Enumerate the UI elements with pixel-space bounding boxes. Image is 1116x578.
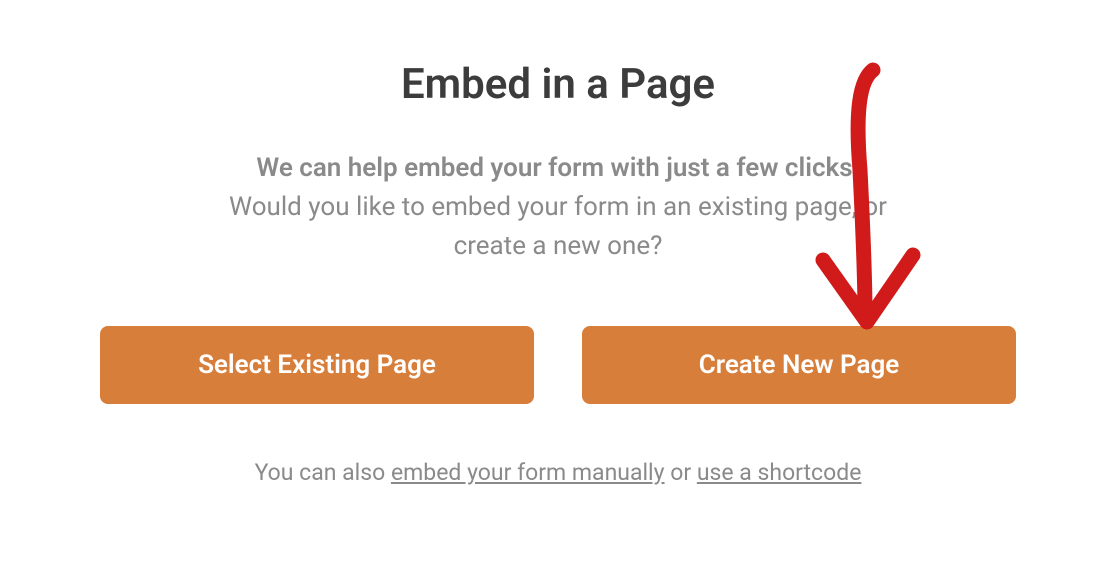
subtitle-line-2: create a new one? <box>100 227 1016 266</box>
button-row: Select Existing Page Create New Page <box>100 326 1016 404</box>
footer-prefix: You can also <box>255 459 391 486</box>
embed-manually-link[interactable]: embed your form manually <box>391 459 665 486</box>
embed-dialog: Embed in a Page We can help embed your f… <box>0 0 1116 526</box>
subtitle-line-1: Would you like to embed your form in an … <box>100 188 1016 227</box>
subtitle-bold-line: We can help embed your form with just a … <box>100 149 1016 188</box>
dialog-subtitle: We can help embed your form with just a … <box>100 149 1016 266</box>
create-new-page-button[interactable]: Create New Page <box>582 326 1016 404</box>
footer-mid: or <box>665 459 697 486</box>
select-existing-page-button[interactable]: Select Existing Page <box>100 326 534 404</box>
use-shortcode-link[interactable]: use a shortcode <box>697 459 862 486</box>
dialog-title: Embed in a Page <box>100 60 1016 109</box>
footer-text: You can also embed your form manually or… <box>100 459 1016 486</box>
